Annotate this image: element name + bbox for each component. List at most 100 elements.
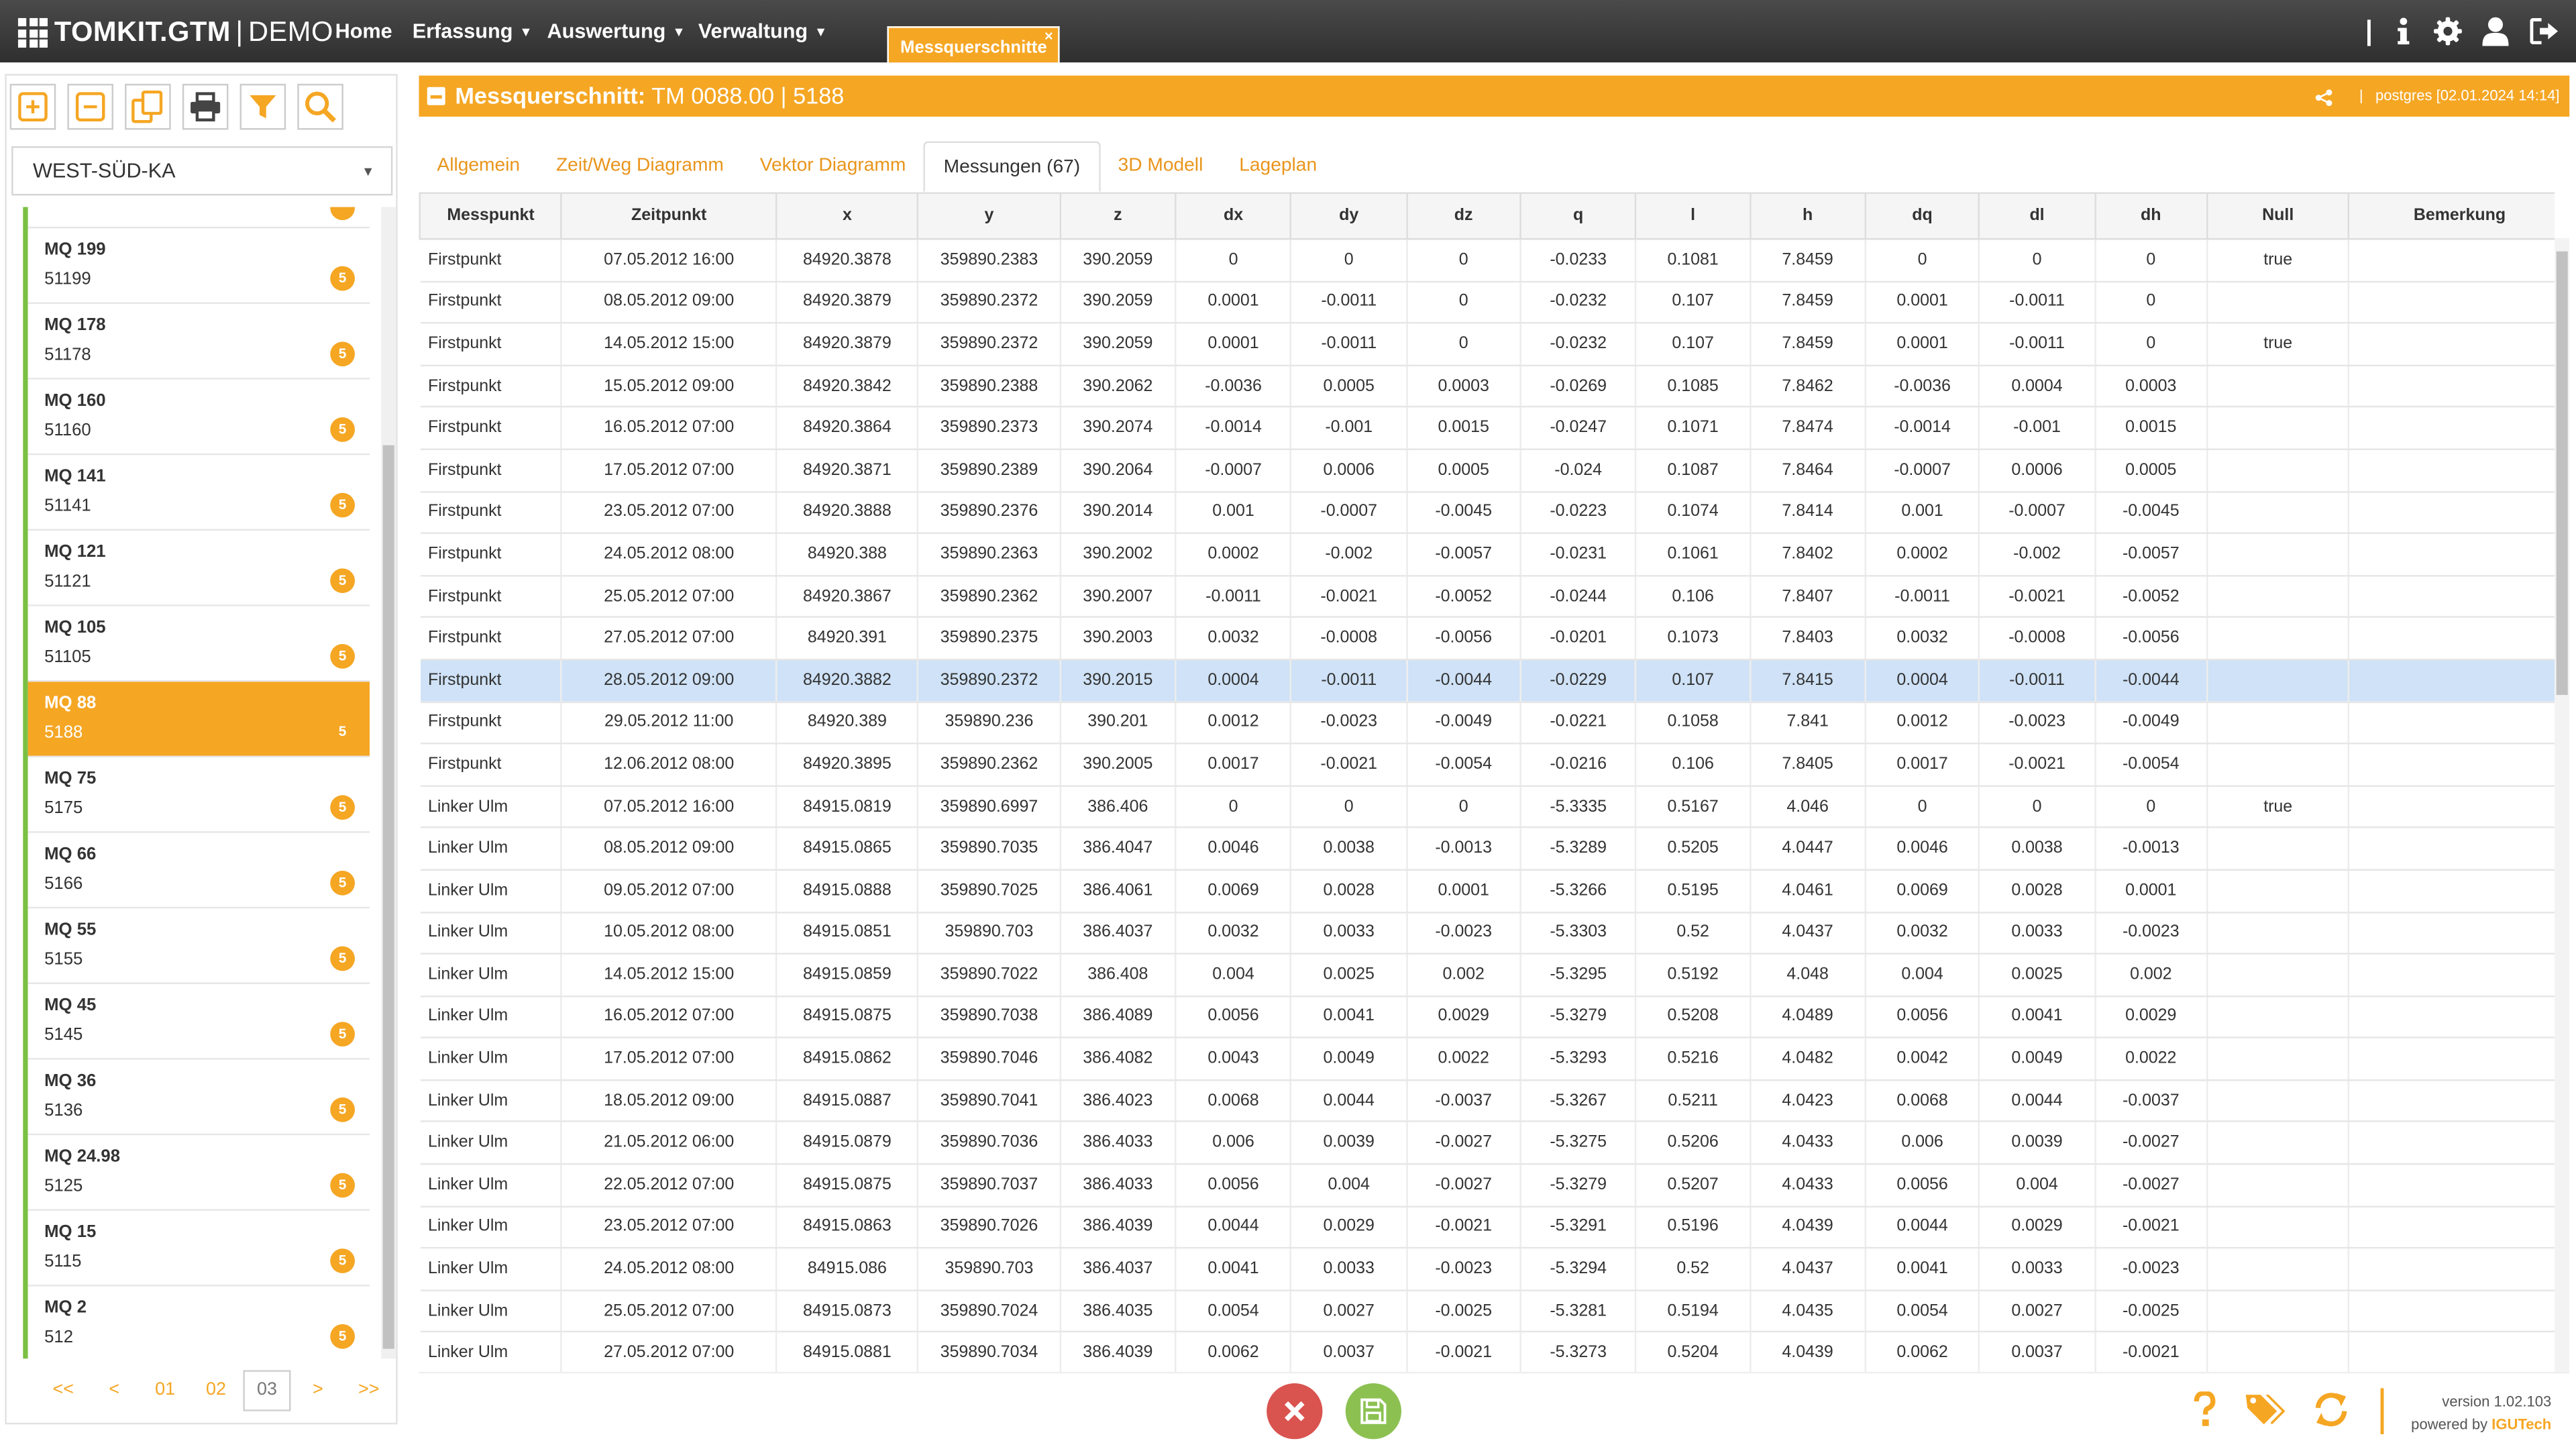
column-header[interactable]: Bemerkung: [2348, 192, 2555, 240]
list-item[interactable]: MQ 160 51160 5: [28, 379, 370, 455]
table-row[interactable]: Firstpunkt 29.05.2012 11:00 84920.389 35989…: [419, 701, 2555, 745]
pager-button[interactable]: 03: [243, 1370, 291, 1411]
list-item[interactable]: MQ 45 5145 5: [28, 983, 370, 1060]
logout-icon[interactable]: [2525, 13, 2565, 50]
list-item[interactable]: MQ 88 5188 5: [28, 682, 370, 757]
gear-icon[interactable]: [2428, 13, 2468, 50]
column-header[interactable]: h: [1749, 192, 1866, 240]
column-header[interactable]: dx: [1175, 192, 1292, 240]
tab-vektor-diagramm[interactable]: Vektor Diagramm: [742, 142, 924, 193]
list-item[interactable]: MQ 121 51121 5: [28, 531, 370, 606]
tab-3d-modell[interactable]: 3D Modell: [1100, 142, 1222, 193]
column-header[interactable]: x: [775, 192, 919, 240]
table-row[interactable]: Firstpunkt 07.05.2012 16:00 84920.3878 3598…: [419, 239, 2555, 282]
table-row[interactable]: Linker Ulm 24.05.2012 08:00 84915.086 35989…: [419, 1248, 2555, 1291]
tab-messungen-67[interactable]: Messungen (67): [924, 141, 1100, 193]
table-row[interactable]: Linker Ulm 21.05.2012 06:00 84915.0879 3598…: [419, 1122, 2555, 1165]
column-header[interactable]: dy: [1290, 192, 1408, 240]
sidebar-scrollbar[interactable]: [381, 207, 396, 1359]
location-select[interactable]: WEST-SÜD-KA ▼: [11, 146, 393, 196]
nav-home[interactable]: Home: [335, 19, 392, 42]
table-row[interactable]: Linker Ulm 09.05.2012 07:00 84915.0888 3598…: [419, 869, 2555, 913]
close-tab-icon[interactable]: ×: [1044, 28, 1053, 44]
nav-verwaltung[interactable]: Verwaltung ▼: [698, 19, 828, 42]
column-header[interactable]: dl: [1978, 192, 2096, 240]
list-item[interactable]: MQ 2 512 5: [28, 1286, 370, 1359]
list-item[interactable]: MQ 36 5136 5: [28, 1059, 370, 1136]
list-item[interactable]: MQ 141 51141 5: [28, 455, 370, 531]
table-row[interactable]: Linker Ulm 07.05.2012 16:00 84915.0819 3598…: [419, 786, 2555, 829]
nav-erfassung[interactable]: Erfassung ▼: [413, 19, 533, 42]
table-row[interactable]: Firstpunkt 23.05.2012 07:00 84920.3888 3598…: [419, 491, 2555, 535]
column-header[interactable]: dq: [1864, 192, 1980, 240]
column-header[interactable]: dh: [2094, 192, 2208, 240]
pager-button[interactable]: 01: [141, 1370, 189, 1411]
tags-icon[interactable]: [2244, 1391, 2287, 1436]
tab-zeit-weg-diagramm[interactable]: Zeit/Weg Diagramm: [538, 142, 742, 193]
open-tab-messquerschnitte[interactable]: Messquerschnitte ×: [887, 26, 1060, 63]
list-item[interactable]: MQ 55 5155 5: [28, 908, 370, 984]
tab-lageplan[interactable]: Lageplan: [1221, 142, 1335, 193]
list-item[interactable]: MQ 24.98 5125 5: [28, 1135, 370, 1211]
table-row[interactable]: Linker Ulm 16.05.2012 07:00 84915.0875 3598…: [419, 996, 2555, 1039]
column-header[interactable]: Zeitpunkt: [561, 192, 777, 240]
cancel-button[interactable]: [1267, 1383, 1323, 1440]
pager-button[interactable]: <<: [39, 1370, 87, 1411]
save-button[interactable]: [1345, 1383, 1401, 1440]
refresh-icon[interactable]: [2313, 1391, 2349, 1436]
table-row[interactable]: Firstpunkt 24.05.2012 08:00 84920.388 35989…: [419, 533, 2555, 576]
add-button[interactable]: [9, 83, 56, 130]
table-row[interactable]: Firstpunkt 27.05.2012 07:00 84920.391 35989…: [419, 617, 2555, 661]
table-row[interactable]: Linker Ulm 23.05.2012 07:00 84915.0863 3598…: [419, 1205, 2555, 1249]
search-button[interactable]: [297, 83, 343, 130]
apps-grid-icon[interactable]: [17, 17, 48, 48]
list-item[interactable]: MQ 66 5166 5: [28, 833, 370, 909]
table-row[interactable]: Firstpunkt 17.05.2012 07:00 84920.3871 3598…: [419, 449, 2555, 492]
table-row[interactable]: Linker Ulm 10.05.2012 08:00 84915.0851 3598…: [419, 912, 2555, 955]
table-row[interactable]: Firstpunkt 25.05.2012 07:00 84920.3867 3598…: [419, 575, 2555, 619]
pager-button[interactable]: 02: [192, 1370, 240, 1411]
user-icon[interactable]: [2476, 13, 2516, 50]
print-button[interactable]: [182, 83, 229, 130]
nav-auswertung[interactable]: Auswertung ▼: [547, 19, 686, 42]
table-row[interactable]: Linker Ulm 25.05.2012 07:00 84915.0873 3598…: [419, 1290, 2555, 1334]
column-header[interactable]: Messpunkt: [419, 192, 563, 240]
column-header[interactable]: q: [1519, 192, 1637, 240]
table-scrollbar[interactable]: [2555, 238, 2570, 1372]
help-icon[interactable]: [2193, 1391, 2216, 1436]
table-row[interactable]: Firstpunkt 08.05.2012 09:00 84920.3879 3598…: [419, 281, 2555, 324]
list-item[interactable]: MQ 105 51105 5: [28, 606, 370, 682]
pager-button[interactable]: >>: [345, 1370, 393, 1411]
tab-allgemein[interactable]: Allgemein: [419, 142, 538, 193]
table-row[interactable]: Linker Ulm 27.05.2012 07:00 84915.0881 3598…: [419, 1332, 2555, 1372]
column-header[interactable]: z: [1059, 192, 1177, 240]
table-row[interactable]: Linker Ulm 17.05.2012 07:00 84915.0862 3598…: [419, 1038, 2555, 1081]
table-row[interactable]: Linker Ulm 18.05.2012 09:00 84915.0887 3598…: [419, 1079, 2555, 1123]
info-icon[interactable]: [2383, 13, 2423, 50]
copy-button[interactable]: [125, 83, 171, 130]
scrollbar-thumb[interactable]: [382, 445, 394, 1349]
table-row[interactable]: Firstpunkt 28.05.2012 09:00 84920.3882 3598…: [419, 659, 2555, 702]
column-header[interactable]: dz: [1405, 192, 1521, 240]
pager-button[interactable]: <: [90, 1370, 138, 1411]
column-header[interactable]: Null: [2206, 192, 2350, 240]
collapse-icon[interactable]: [427, 87, 445, 105]
pager-button[interactable]: >: [294, 1370, 342, 1411]
list-item[interactable]: MQ 199 51199 5: [28, 228, 370, 305]
table-row[interactable]: Linker Ulm 22.05.2012 07:00 84915.0875 3598…: [419, 1164, 2555, 1208]
app-brand[interactable]: TOMKIT.GTM | DEMO: [17, 16, 333, 49]
scrollbar-thumb[interactable]: [2556, 251, 2568, 695]
list-item[interactable]: MQ 15 5115 5: [28, 1210, 370, 1287]
table-row[interactable]: Firstpunkt 16.05.2012 07:00 84920.3864 3598…: [419, 407, 2555, 450]
column-header[interactable]: y: [917, 192, 1061, 240]
table-row[interactable]: Firstpunkt 15.05.2012 09:00 84920.3842 3598…: [419, 365, 2555, 409]
share-icon[interactable]: [2315, 85, 2333, 115]
list-item[interactable]: MQ 178 51178 5: [28, 304, 370, 380]
list-item[interactable]: MQ 75 5175 5: [28, 757, 370, 833]
column-header[interactable]: l: [1635, 192, 1751, 240]
filter-button[interactable]: [239, 83, 286, 130]
table-row[interactable]: Linker Ulm 14.05.2012 15:00 84915.0859 3598…: [419, 953, 2555, 997]
table-row[interactable]: Linker Ulm 08.05.2012 09:00 84915.0865 3598…: [419, 827, 2555, 871]
table-row[interactable]: Firstpunkt 14.05.2012 15:00 84920.3879 3598…: [419, 323, 2555, 366]
table-row[interactable]: Firstpunkt 12.06.2012 08:00 84920.3895 3598…: [419, 743, 2555, 787]
